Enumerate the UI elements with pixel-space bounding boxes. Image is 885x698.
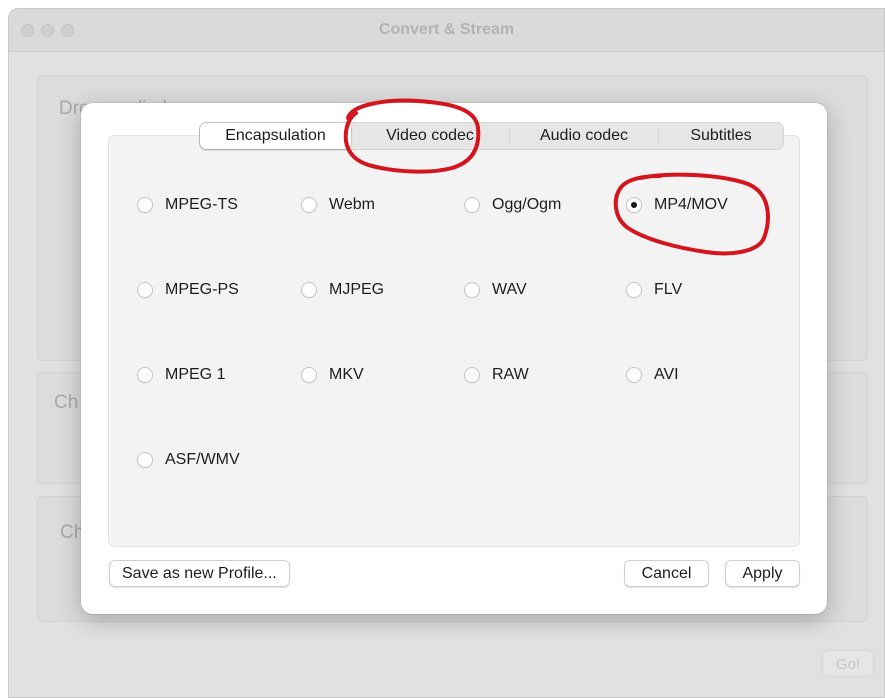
format-label: AVI (654, 366, 679, 383)
title-bar: Convert & Stream (9, 9, 884, 52)
radio-button[interactable] (464, 282, 480, 298)
apply-button[interactable]: Apply (725, 560, 800, 587)
format-label: MKV (329, 366, 364, 383)
tab-bar: Encapsulation Video codec Audio codec Su… (199, 122, 784, 150)
format-label: Webm (329, 196, 375, 213)
radio-button[interactable] (626, 282, 642, 298)
tab-encapsulation[interactable]: Encapsulation (200, 123, 351, 149)
format-label: ASF/WMV (165, 451, 240, 468)
format-option-mpeg-ts[interactable]: MPEG-TS (137, 196, 238, 214)
radio-button[interactable] (137, 197, 153, 213)
format-option-raw[interactable]: RAW (464, 366, 529, 384)
radio-button[interactable] (137, 452, 153, 468)
radio-button[interactable] (464, 197, 480, 213)
radio-button[interactable] (464, 367, 480, 383)
format-label: RAW (492, 366, 529, 383)
format-label: MP4/MOV (654, 196, 728, 213)
tab-video-codec[interactable]: Video codec (351, 123, 509, 149)
tab-audio-codec[interactable]: Audio codec (510, 123, 658, 149)
format-option-mjpeg[interactable]: MJPEG (301, 281, 384, 299)
format-option-mkv[interactable]: MKV (301, 366, 364, 384)
radio-button[interactable] (301, 197, 317, 213)
format-label: MPEG-PS (165, 281, 239, 298)
go-button[interactable]: Go! (822, 650, 874, 677)
background-label-2: Ch (54, 392, 79, 413)
format-option-asf-wmv[interactable]: ASF/WMV (137, 451, 240, 469)
tab-subtitles[interactable]: Subtitles (659, 123, 783, 149)
profile-sheet: Encapsulation Video codec Audio codec Su… (81, 103, 827, 614)
format-option-avi[interactable]: AVI (626, 366, 679, 384)
save-as-new-profile-button[interactable]: Save as new Profile... (109, 560, 290, 587)
radio-button[interactable] (137, 367, 153, 383)
format-option-ogg-ogm[interactable]: Ogg/Ogm (464, 196, 561, 214)
format-option-mp4-mov[interactable]: MP4/MOV (626, 196, 728, 214)
format-option-mpeg-ps[interactable]: MPEG-PS (137, 281, 239, 299)
window-title: Convert & Stream (378, 21, 515, 38)
format-label: MPEG-TS (165, 196, 238, 213)
format-label: Ogg/Ogm (492, 196, 562, 213)
radio-button[interactable] (626, 367, 642, 383)
format-label: FLV (654, 281, 683, 298)
format-label: WAV (492, 281, 527, 298)
format-option-wav[interactable]: WAV (464, 281, 527, 299)
format-label: MJPEG (329, 281, 385, 298)
format-label: MPEG 1 (165, 366, 226, 383)
radio-button-selected[interactable] (626, 197, 642, 213)
screen: Convert & Stream Drop media here Ch Ch G… (0, 0, 885, 698)
format-option-webm[interactable]: Webm (301, 196, 375, 214)
radio-button[interactable] (301, 367, 317, 383)
radio-button[interactable] (137, 282, 153, 298)
format-option-mpeg-1[interactable]: MPEG 1 (137, 366, 225, 384)
cancel-button[interactable]: Cancel (624, 560, 709, 587)
radio-button[interactable] (301, 282, 317, 298)
format-option-flv[interactable]: FLV (626, 281, 682, 299)
